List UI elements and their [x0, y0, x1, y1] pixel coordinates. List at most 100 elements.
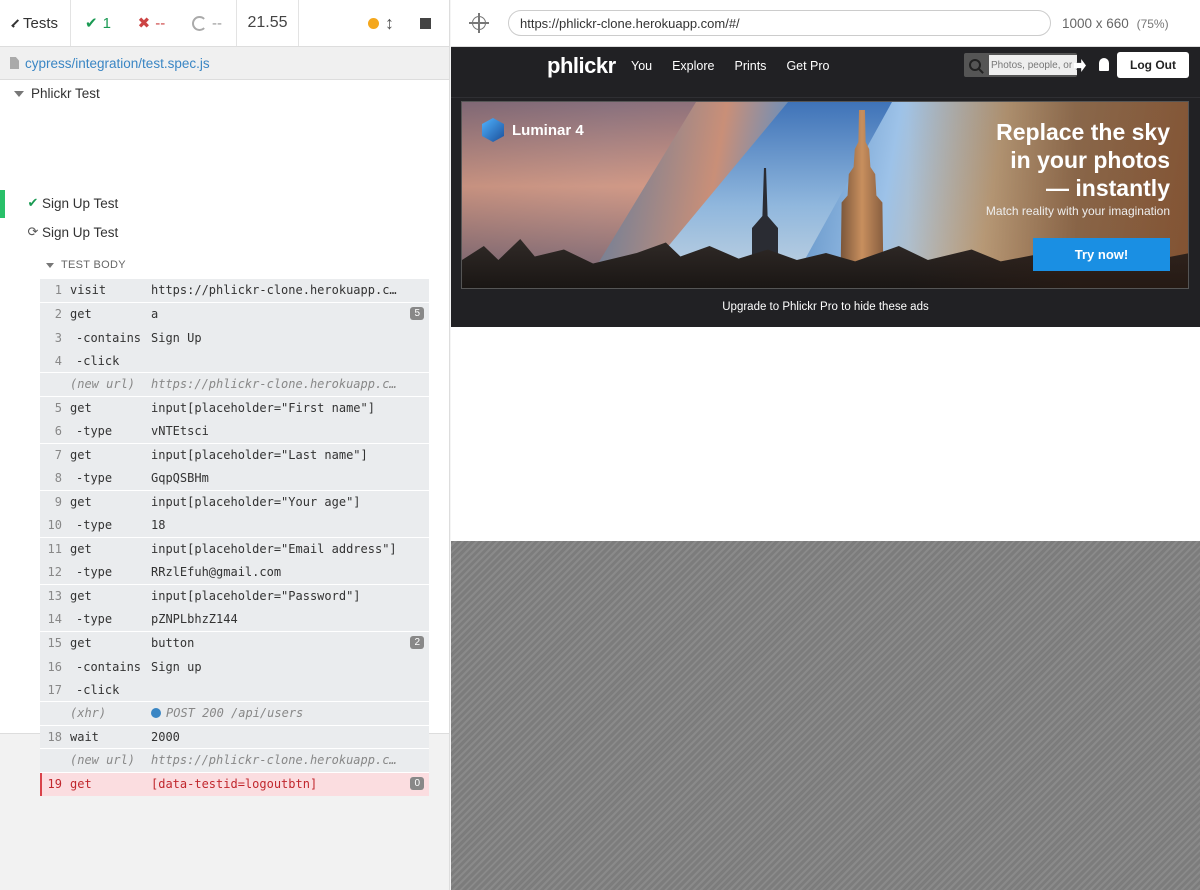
command-name: get: [70, 542, 92, 557]
spinner-icon: ⟳: [27, 224, 39, 239]
bell-icon[interactable]: [1099, 58, 1109, 71]
stop-icon[interactable]: [420, 17, 431, 29]
reporter-stats-bar: Tests ✔ 1 ✖ -- -- 21.55 ↕: [0, 0, 449, 47]
tests-back-button[interactable]: Tests: [0, 0, 71, 46]
command-number: 12: [47, 565, 62, 580]
command-name: -click: [76, 353, 120, 368]
command-row[interactable]: 3 -contains Sign Up: [40, 326, 429, 350]
pending-count[interactable]: --: [192, 15, 222, 32]
command-row[interactable]: 10 -type 18: [40, 514, 429, 538]
x-icon: ✖: [137, 15, 151, 32]
phlickr-nav: phlickr You Explore Prints Get Pro Photo…: [451, 47, 1200, 97]
command-name: -type: [76, 612, 113, 627]
command-number: 11: [47, 542, 62, 557]
crosshair-icon[interactable]: [469, 13, 489, 33]
command-row[interactable]: 19 get [data-testid=logoutbtn] 0: [40, 772, 429, 796]
command-row[interactable]: 7 get input[placeholder="Last name"]: [40, 443, 429, 467]
viewport-scale: (75%): [1136, 16, 1169, 31]
command-message: POST 200 /api/users: [151, 706, 429, 720]
command-message: pZNPLbhzZ144: [151, 612, 238, 627]
command-row[interactable]: 2 get a 5: [40, 302, 429, 326]
luminar-logo-icon: [482, 118, 504, 142]
command-message: input[placeholder="Last name"]: [151, 448, 368, 463]
nav-get-pro[interactable]: Get Pro: [786, 59, 829, 73]
element-count-badge: 0: [410, 776, 424, 790]
command-name: get: [70, 636, 92, 651]
ad-banner[interactable]: Luminar 4 Replace the sky in your photos…: [461, 101, 1189, 289]
command-number: 1: [54, 283, 62, 298]
spec-path-link[interactable]: cypress/integration/test.spec.js: [25, 56, 210, 71]
command-row[interactable]: 5 get input[placeholder="First name"]: [40, 396, 429, 420]
command-row[interactable]: 6 -type vNTEtsci: [40, 420, 429, 444]
orange-status-dot[interactable]: [368, 17, 379, 29]
passed-count[interactable]: ✔ 1: [85, 14, 111, 33]
test-counts: ✔ 1 ✖ -- --: [71, 0, 237, 46]
check-icon: ✔: [27, 195, 39, 210]
command-name: wait: [70, 729, 99, 744]
command-row[interactable]: 17 -click: [40, 678, 429, 702]
nav-you[interactable]: You: [631, 59, 652, 73]
runnables: Phlickr Test ✔ Sign Up Test ⟳ Sign Up Te…: [0, 80, 449, 796]
search-input[interactable]: Photos, people, or groups: [989, 55, 1077, 75]
aut-url-bar: https://phlickr-clone.herokuapp.com/#/ 1…: [451, 0, 1200, 47]
duration: 21.55: [237, 0, 299, 46]
viewport-size: 1000 x 660: [1062, 15, 1129, 31]
command-row[interactable]: 11 get input[placeholder="Email address"]: [40, 537, 429, 561]
command-message: RRzlEfuh@gmail.com: [151, 565, 282, 580]
command-message: input[placeholder="First name"]: [151, 401, 375, 416]
caret-down-icon: [14, 90, 24, 97]
command-name: -click: [76, 682, 120, 697]
command-row[interactable]: (new url) https://phlickr-clone.herokuapp…: [40, 373, 429, 397]
logout-button[interactable]: Log Out: [1117, 52, 1189, 78]
command-row[interactable]: 13 get input[placeholder="Password"]: [40, 584, 429, 608]
command-message: button: [151, 636, 195, 651]
ad-brand: Luminar 4: [482, 118, 584, 142]
file-icon: [10, 57, 19, 69]
command-row[interactable]: 1 visit https://phlickr-clone.herokuapp.co…: [40, 279, 429, 303]
aut-url-field[interactable]: https://phlickr-clone.herokuapp.com/#/: [508, 10, 1051, 36]
command-name: get: [70, 448, 92, 463]
command-number: 13: [47, 589, 62, 604]
command-row[interactable]: 9 get input[placeholder="Your age"]: [40, 490, 429, 514]
test-passed[interactable]: ✔ Sign Up Test: [0, 190, 449, 218]
command-message: input[placeholder="Your age"]: [151, 495, 361, 510]
test-running[interactable]: ⟳ Sign Up Test: [0, 219, 449, 245]
command-row[interactable]: 14 -type pZNPLbhzZ144: [40, 608, 429, 632]
command-number: 19: [47, 777, 62, 792]
command-number: 15: [47, 636, 62, 651]
upgrade-link[interactable]: Upgrade to Phlickr Pro to hide these ads: [451, 301, 1200, 313]
command-message: input[placeholder="Email address"]: [151, 542, 397, 557]
spec-path-bar: cypress/integration/test.spec.js: [0, 47, 449, 80]
command-row[interactable]: (new url) https://phlickr-clone.herokuapp…: [40, 749, 429, 773]
suite-title[interactable]: Phlickr Test: [14, 86, 100, 101]
nav-prints[interactable]: Prints: [734, 59, 766, 73]
ad-try-now-button[interactable]: Try now!: [1033, 238, 1170, 271]
command-message: [data-testid=logoutbtn]: [151, 777, 318, 792]
command-row[interactable]: 4 -click: [40, 349, 429, 373]
search-icon[interactable]: [969, 59, 981, 71]
test-body-title[interactable]: TEST BODY: [46, 259, 126, 271]
viewport-info: 1000 x 660 (75%): [1062, 16, 1169, 31]
reporter-panel: Tests ✔ 1 ✖ -- -- 21.55 ↕ cypress/integrat…: [0, 0, 450, 890]
resize-arrows-icon[interactable]: ↕: [385, 14, 394, 32]
phlickr-logo[interactable]: phlickr: [547, 53, 616, 79]
nav-explore[interactable]: Explore: [672, 59, 714, 73]
command-name: get: [70, 777, 92, 792]
failed-count[interactable]: ✖ --: [137, 14, 166, 33]
command-number: 8: [54, 471, 62, 486]
command-row[interactable]: 8 -type GqpQSBHm: [40, 467, 429, 491]
command-name: visit: [70, 283, 107, 298]
command-row[interactable]: 16 -contains Sign up: [40, 655, 429, 679]
command-log: 1 visit https://phlickr-clone.herokuapp.co…: [40, 279, 429, 796]
tests-back-label: Tests: [22, 14, 58, 32]
command-row[interactable]: 12 -type RRzlEfuh@gmail.com: [40, 561, 429, 585]
command-number: 4: [54, 353, 62, 368]
command-number: 14: [47, 612, 62, 627]
nav-links: You Explore Prints Get Pro: [631, 59, 830, 73]
command-number: 10: [47, 518, 62, 533]
command-name: -type: [76, 565, 113, 580]
command-row[interactable]: (xhr) POST 200 /api/users: [40, 702, 429, 726]
command-row[interactable]: 15 get button 2: [40, 631, 429, 655]
command-number: 3: [54, 330, 62, 345]
command-row[interactable]: 18 wait 2000: [40, 725, 429, 749]
